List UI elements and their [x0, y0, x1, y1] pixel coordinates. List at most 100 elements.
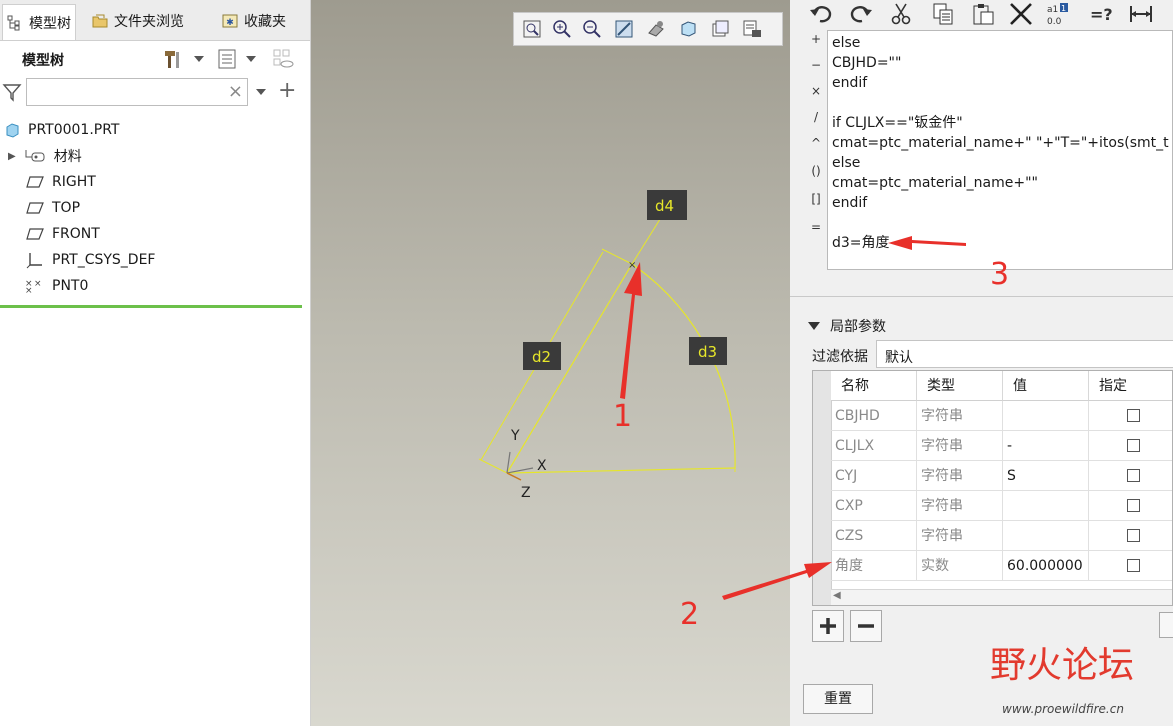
- point-marker-icon: ×: [628, 260, 636, 271]
- tree-item-material[interactable]: ▶ 材料: [8, 144, 82, 168]
- param-name-cell[interactable]: 角度: [831, 551, 917, 581]
- relations-editor[interactable]: else CBJHD="" endif if CLJLX=="钣金件" cmat…: [827, 30, 1173, 270]
- dim-label-d2: d2: [532, 348, 551, 366]
- chevron-down-icon[interactable]: [256, 89, 266, 95]
- table-horizontal-scrollbar[interactable]: ◀: [831, 589, 1172, 605]
- designate-checkbox[interactable]: [1127, 499, 1140, 512]
- param-type-cell[interactable]: 字符串: [917, 401, 1003, 431]
- param-value-cell[interactable]: [1003, 401, 1089, 431]
- column-header-type[interactable]: 类型: [917, 371, 1003, 401]
- chevron-down-icon[interactable]: [246, 56, 256, 62]
- reset-button[interactable]: 重置: [803, 684, 873, 714]
- param-designate-cell: [1089, 551, 1172, 581]
- collapse-arrow-icon[interactable]: [808, 322, 820, 330]
- relations-panel: a1 1 0.0 =? + − × / ^ () [] = else CBJHD="…: [790, 0, 1173, 726]
- list-view-icon[interactable]: [216, 48, 238, 70]
- operator-multiply[interactable]: ×: [808, 84, 824, 98]
- code-line: if CLJLX=="钣金件": [832, 115, 963, 131]
- csys-z-axis: [506, 472, 522, 481]
- redo-icon[interactable]: [848, 2, 874, 26]
- operator-equals[interactable]: =: [808, 220, 824, 234]
- param-value-cell[interactable]: 60.000000: [1003, 551, 1089, 581]
- column-header-designate[interactable]: 指定: [1089, 371, 1172, 401]
- tree-item-right[interactable]: RIGHT: [26, 170, 96, 194]
- param-value-cell[interactable]: [1003, 491, 1089, 521]
- tree-item-part[interactable]: PRT0001.PRT: [4, 118, 120, 142]
- designate-checkbox[interactable]: [1127, 529, 1140, 542]
- datum-point-icon: × ××: [25, 279, 42, 294]
- param-type-cell[interactable]: 字符串: [917, 461, 1003, 491]
- filter-icon[interactable]: [2, 82, 22, 102]
- local-params-header[interactable]: 局部参数: [808, 316, 886, 336]
- svg-text:✱: ✱: [226, 18, 234, 28]
- param-type-cell[interactable]: 字符串: [917, 491, 1003, 521]
- filter-select[interactable]: 默认: [876, 340, 1173, 368]
- svg-text:1: 1: [1061, 4, 1066, 13]
- scroll-left-icon[interactable]: ◀: [833, 590, 841, 601]
- tab-label: 收藏夹: [244, 14, 286, 30]
- sort-icon[interactable]: a1 1 0.0: [1046, 2, 1072, 26]
- measure-icon[interactable]: [1128, 2, 1154, 26]
- cut-icon[interactable]: [888, 2, 914, 26]
- designate-checkbox[interactable]: [1127, 469, 1140, 482]
- svg-text:0.0: 0.0: [1047, 17, 1062, 26]
- tab-model-tree[interactable]: 模型树: [2, 4, 76, 40]
- more-options-button[interactable]: [1159, 612, 1173, 638]
- tab-label: 文件夹浏览: [114, 14, 184, 30]
- designate-checkbox[interactable]: [1127, 439, 1140, 452]
- delete-icon[interactable]: [1008, 2, 1034, 26]
- remove-param-button[interactable]: [850, 610, 882, 642]
- operator-divide[interactable]: /: [808, 110, 824, 124]
- param-name-cell[interactable]: CXP: [831, 491, 917, 521]
- operator-parentheses[interactable]: (): [808, 164, 824, 178]
- code-line: d3=角度: [832, 235, 890, 251]
- operator-brackets[interactable]: []: [808, 192, 824, 206]
- param-value-cell[interactable]: -: [1003, 431, 1089, 461]
- hammer-settings-icon[interactable]: [162, 48, 184, 70]
- model-tree-icon: [7, 15, 20, 30]
- copy-icon[interactable]: [930, 2, 956, 26]
- tree-search-input[interactable]: [31, 80, 225, 106]
- add-param-button[interactable]: [812, 610, 844, 642]
- tree-item-label: PRT0001.PRT: [28, 122, 120, 138]
- undo-icon[interactable]: [808, 2, 834, 26]
- datum-plane-icon: [26, 176, 44, 188]
- operator-plus[interactable]: +: [808, 32, 824, 46]
- param-type-cell[interactable]: 字符串: [917, 431, 1003, 461]
- code-line: cmat=ptc_material_name+"": [832, 175, 1038, 191]
- param-name-cell[interactable]: CBJHD: [831, 401, 917, 431]
- param-name-cell[interactable]: CYJ: [831, 461, 917, 491]
- show-hide-icon[interactable]: [272, 48, 294, 70]
- column-header-name[interactable]: 名称: [831, 371, 917, 401]
- param-designate-cell: [1089, 491, 1172, 521]
- add-icon[interactable]: +: [278, 78, 296, 103]
- local-params-table: 名称 类型 值 指定 CBJHD 字符串 CLJLX 字符串 - CYJ 字符串…: [812, 370, 1173, 606]
- tree-item-top[interactable]: TOP: [26, 196, 80, 220]
- operator-minus[interactable]: −: [808, 58, 824, 72]
- chevron-down-icon[interactable]: [194, 56, 204, 62]
- tab-favorites[interactable]: ✱ 收藏夹: [218, 4, 290, 38]
- expand-arrow-icon[interactable]: ▶: [8, 151, 16, 162]
- evaluate-icon[interactable]: =?: [1088, 2, 1114, 26]
- designate-checkbox[interactable]: [1127, 559, 1140, 572]
- operator-power[interactable]: ^: [808, 136, 824, 150]
- param-type-cell[interactable]: 实数: [917, 551, 1003, 581]
- tab-folder-browser[interactable]: 文件夹浏览: [88, 4, 188, 38]
- tree-item-csys[interactable]: PRT_CSYS_DEF: [26, 248, 155, 272]
- param-name-cell[interactable]: CZS: [831, 521, 917, 551]
- graphics-viewport[interactable]: × Y X Z d2 d3 d4: [311, 0, 790, 726]
- param-value-cell[interactable]: [1003, 521, 1089, 551]
- code-line: endif: [832, 195, 868, 211]
- param-name-cell[interactable]: CLJLX: [831, 431, 917, 461]
- svg-text:×: ×: [34, 279, 42, 289]
- tree-item-point[interactable]: × × × PNT0: [24, 274, 88, 298]
- column-header-value[interactable]: 值: [1003, 371, 1089, 401]
- sketch-arc[interactable]: [631, 263, 736, 469]
- designate-checkbox[interactable]: [1127, 409, 1140, 422]
- clear-icon[interactable]: ×: [228, 81, 243, 102]
- param-type-cell[interactable]: 字符串: [917, 521, 1003, 551]
- tree-search-box[interactable]: ×: [26, 78, 248, 106]
- tree-item-front[interactable]: FRONT: [26, 222, 100, 246]
- param-value-cell[interactable]: S: [1003, 461, 1089, 491]
- paste-icon[interactable]: [970, 2, 996, 26]
